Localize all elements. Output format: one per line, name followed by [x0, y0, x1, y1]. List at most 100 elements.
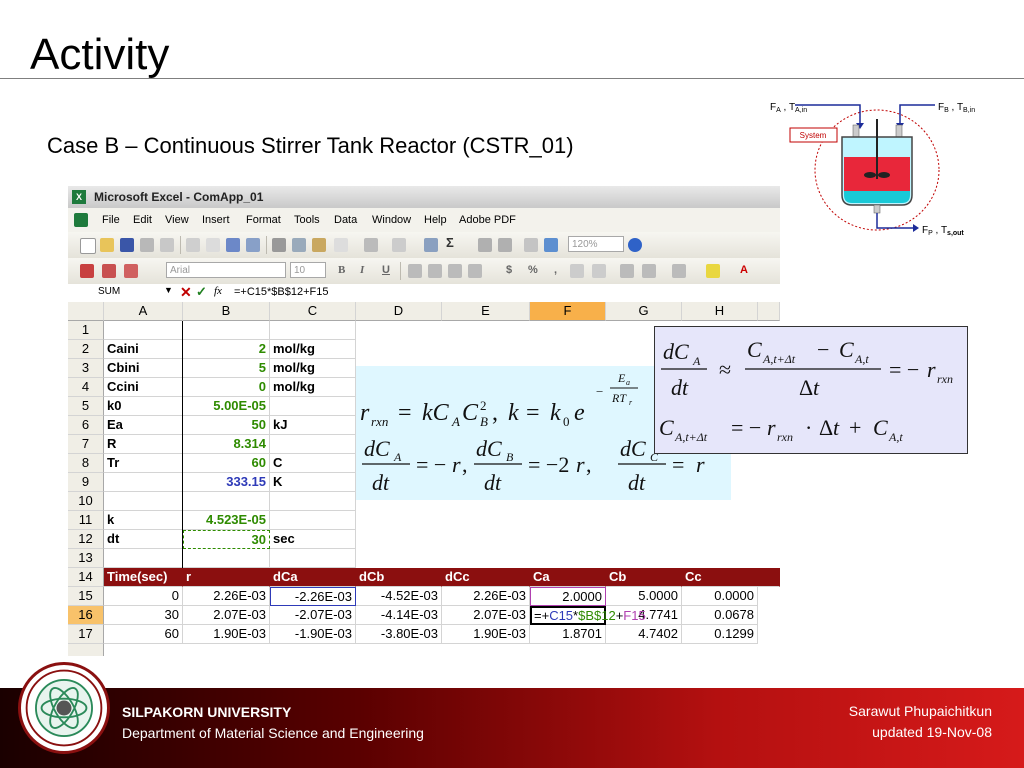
- cell[interactable]: 2.07E-03: [442, 606, 530, 625]
- menu-edit[interactable]: Edit: [133, 214, 152, 226]
- row-header[interactable]: 12: [68, 530, 104, 549]
- active-cell-editor[interactable]: =+C15*$B$12+F15: [530, 606, 646, 625]
- cell[interactable]: Tr: [104, 454, 183, 473]
- column-header[interactable]: G: [606, 302, 682, 321]
- menu-window[interactable]: Window: [372, 214, 411, 226]
- pdf-icon[interactable]: [80, 264, 94, 278]
- cell[interactable]: 5.00E-05: [183, 397, 270, 416]
- cell[interactable]: 8.314: [183, 435, 270, 454]
- menu-adobe-pdf[interactable]: Adobe PDF: [459, 214, 516, 226]
- cell[interactable]: Ccini: [104, 378, 183, 397]
- cell[interactable]: K: [270, 473, 356, 492]
- table-header-cell[interactable]: dCa: [270, 568, 356, 587]
- menu-insert[interactable]: Insert: [202, 214, 230, 226]
- column-header[interactable]: E: [442, 302, 530, 321]
- cell[interactable]: 0.0678: [682, 606, 758, 625]
- align-right-icon[interactable]: [448, 264, 462, 278]
- cell[interactable]: [270, 397, 356, 416]
- cell[interactable]: 4.523E-05: [183, 511, 270, 530]
- underline-icon[interactable]: U: [382, 264, 390, 276]
- new-icon[interactable]: [80, 238, 96, 254]
- row-header[interactable]: 8: [68, 454, 104, 473]
- table-header-cell[interactable]: Cc: [682, 568, 780, 587]
- table-header-cell[interactable]: Cb: [606, 568, 682, 587]
- menu-file[interactable]: File: [102, 214, 120, 226]
- row-header-selected[interactable]: 16: [68, 606, 104, 625]
- menu-view[interactable]: View: [165, 214, 189, 226]
- comma-icon[interactable]: ,: [554, 264, 557, 276]
- row-header[interactable]: 17: [68, 625, 104, 644]
- cancel-icon[interactable]: ✕: [180, 284, 192, 301]
- redo-icon[interactable]: [392, 238, 406, 252]
- excel-doc-icon[interactable]: [74, 213, 88, 227]
- spelling-icon[interactable]: [226, 238, 240, 252]
- table-header-cell[interactable]: dCb: [356, 568, 442, 587]
- format-painter-icon[interactable]: [334, 238, 348, 252]
- cell[interactable]: C: [270, 454, 356, 473]
- paste-icon[interactable]: [312, 238, 326, 252]
- open-icon[interactable]: [100, 238, 114, 252]
- increase-indent-icon[interactable]: [642, 264, 656, 278]
- menu-format[interactable]: Format: [246, 214, 281, 226]
- cell[interactable]: 4.7402: [606, 625, 682, 644]
- cell[interactable]: k: [104, 511, 183, 530]
- cell[interactable]: [270, 549, 356, 568]
- row-header[interactable]: 10: [68, 492, 104, 511]
- row-header[interactable]: 15: [68, 587, 104, 606]
- cell[interactable]: 1.8701: [530, 625, 606, 644]
- formula-input[interactable]: =+C15*$B$12+F15: [234, 286, 329, 298]
- name-box[interactable]: SUM: [98, 286, 120, 297]
- zoom-select[interactable]: 120%: [568, 236, 624, 252]
- column-header-selected[interactable]: F: [530, 302, 606, 321]
- row-header[interactable]: 11: [68, 511, 104, 530]
- copy-icon[interactable]: [292, 238, 306, 252]
- help-icon[interactable]: [628, 238, 642, 252]
- save-icon[interactable]: [120, 238, 134, 252]
- cell[interactable]: -2.07E-03: [270, 606, 356, 625]
- select-all-corner[interactable]: [68, 302, 104, 321]
- cell[interactable]: 2.26E-03: [442, 587, 530, 606]
- font-color-icon[interactable]: A: [740, 264, 748, 276]
- pdf-review-icon[interactable]: [124, 264, 138, 278]
- fill-color-icon[interactable]: [706, 264, 720, 278]
- cell[interactable]: 60: [183, 454, 270, 473]
- row-header[interactable]: 4: [68, 378, 104, 397]
- cell-copy-source[interactable]: 30: [183, 530, 270, 549]
- cell[interactable]: [183, 321, 270, 340]
- cell[interactable]: dt: [104, 530, 183, 549]
- bold-icon[interactable]: B: [338, 264, 345, 276]
- table-header-cell[interactable]: Time(sec): [104, 568, 183, 587]
- cell[interactable]: 5.0000: [606, 587, 682, 606]
- cell[interactable]: [183, 492, 270, 511]
- table-header-cell[interactable]: r: [183, 568, 270, 587]
- cell[interactable]: mol/kg: [270, 378, 356, 397]
- cut-icon[interactable]: [272, 238, 286, 252]
- decrease-indent-icon[interactable]: [620, 264, 634, 278]
- enter-icon[interactable]: ✓: [196, 284, 207, 300]
- cell[interactable]: 30: [104, 606, 183, 625]
- cell[interactable]: [270, 511, 356, 530]
- cell[interactable]: sec: [270, 530, 356, 549]
- row-header[interactable]: 5: [68, 397, 104, 416]
- name-box-dropdown-icon[interactable]: ▼: [164, 285, 173, 295]
- cell[interactable]: 2.07E-03: [183, 606, 270, 625]
- cell[interactable]: [104, 492, 183, 511]
- table-header-cell[interactable]: dCc: [442, 568, 530, 587]
- cell[interactable]: [104, 473, 183, 492]
- cell[interactable]: kJ: [270, 416, 356, 435]
- cell[interactable]: 5: [183, 359, 270, 378]
- column-header[interactable]: A: [104, 302, 183, 321]
- row-header[interactable]: 14: [68, 568, 104, 587]
- hyperlink-icon[interactable]: [424, 238, 438, 252]
- cell[interactable]: 50: [183, 416, 270, 435]
- font-name-select[interactable]: Arial: [166, 262, 286, 278]
- menu-help[interactable]: Help: [424, 214, 447, 226]
- cell[interactable]: 2: [183, 340, 270, 359]
- cell[interactable]: 0.1299: [682, 625, 758, 644]
- decrease-decimal-icon[interactable]: [592, 264, 606, 278]
- permission-icon[interactable]: [140, 238, 154, 252]
- pdf-email-icon[interactable]: [102, 264, 116, 278]
- insert-function-icon[interactable]: fx: [214, 285, 222, 297]
- cell[interactable]: 60: [104, 625, 183, 644]
- drawing-icon[interactable]: [544, 238, 558, 252]
